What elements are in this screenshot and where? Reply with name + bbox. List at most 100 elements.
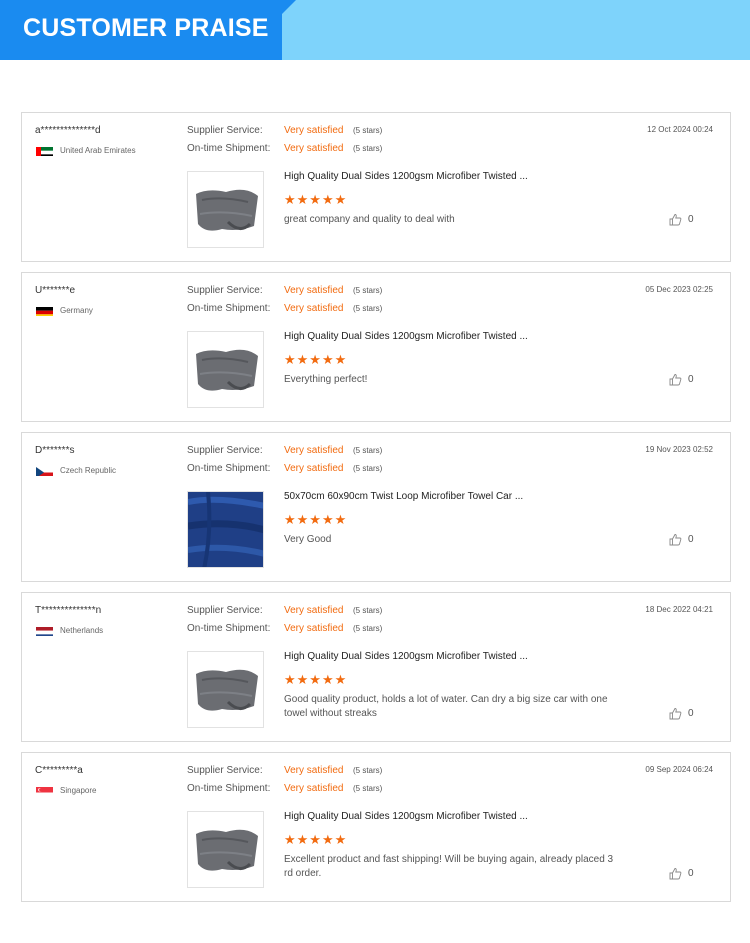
shipment-stars: (5 stars) [353, 624, 383, 633]
country-name: Netherlands [60, 626, 104, 635]
review-card: a**************d United Arab Emirates Su… [21, 112, 731, 262]
supplier-service-label: Supplier Service: [187, 605, 263, 616]
shipment-label: On-time Shipment: [187, 783, 271, 794]
review-card: D*******s Czech Republic Supplier Servic… [21, 432, 731, 582]
reviewer-name: U*******e [35, 285, 76, 296]
supplier-service-value: Very satisfied [284, 445, 344, 456]
star-rating: ★★★★★ [284, 352, 348, 367]
reviewer-country: Czech Republic [36, 465, 116, 476]
supplier-service-value: Very satisfied [284, 765, 344, 776]
shipment-value: Very satisfied [284, 143, 344, 154]
star-rating: ★★★★★ [284, 832, 348, 847]
shipment-rating: On-time Shipment: Very satisfied (5 star… [187, 463, 382, 474]
supplier-service-stars: (5 stars) [353, 766, 383, 775]
shipment-rating: On-time Shipment: Very satisfied (5 star… [187, 623, 382, 634]
header-banner: CUSTOMER PRAISE [0, 0, 750, 60]
shipment-stars: (5 stars) [353, 784, 383, 793]
product-thumbnail[interactable] [187, 331, 264, 408]
supplier-service-value: Very satisfied [284, 605, 344, 616]
product-name-link[interactable]: High Quality Dual Sides 1200gsm Microfib… [284, 331, 528, 342]
reviewer-country: Germany [36, 305, 93, 316]
thumbs-up-icon [669, 213, 682, 226]
product-name-link[interactable]: High Quality Dual Sides 1200gsm Microfib… [284, 171, 528, 182]
country-name: Czech Republic [60, 466, 117, 475]
thumbs-up-icon [669, 533, 682, 546]
review-list: a**************d United Arab Emirates Su… [21, 112, 731, 902]
supplier-service-value: Very satisfied [284, 125, 344, 136]
like-button[interactable]: 0 [669, 213, 694, 226]
supplier-service-label: Supplier Service: [187, 445, 263, 456]
shipment-label: On-time Shipment: [187, 143, 271, 154]
review-card: T**************n Netherlands Supplier Se… [21, 592, 731, 742]
review-comment: Good quality product, holds a lot of wat… [284, 694, 608, 719]
review-card: C*********a Singapore Supplier Service: … [21, 752, 731, 902]
product-name-link[interactable]: High Quality Dual Sides 1200gsm Microfib… [284, 651, 528, 662]
supplier-service-stars: (5 stars) [353, 446, 383, 455]
shipment-stars: (5 stars) [353, 304, 383, 313]
like-count: 0 [688, 214, 694, 225]
country-name: United Arab Emirates [60, 146, 136, 155]
country-name: Singapore [60, 786, 97, 795]
product-thumbnail[interactable] [187, 491, 264, 568]
review-card: U*******e Germany Supplier Service: Very… [21, 272, 731, 422]
product-thumbnail[interactable] [187, 651, 264, 728]
review-date: 19 Nov 2023 02:52 [645, 445, 713, 454]
like-button[interactable]: 0 [669, 707, 694, 720]
like-button[interactable]: 0 [669, 867, 694, 880]
supplier-service-stars: (5 stars) [353, 286, 383, 295]
shipment-rating: On-time Shipment: Very satisfied (5 star… [187, 303, 382, 314]
czech-flag-icon [36, 465, 53, 476]
supplier-service-label: Supplier Service: [187, 765, 263, 776]
reviewer-country: Netherlands [36, 625, 103, 636]
shipment-rating: On-time Shipment: Very satisfied (5 star… [187, 143, 382, 154]
review-date: 12 Oct 2024 00:24 [647, 125, 713, 134]
like-button[interactable]: 0 [669, 373, 694, 386]
like-count: 0 [688, 708, 694, 719]
supplier-service-rating: Supplier Service: Very satisfied (5 star… [187, 765, 382, 776]
shipment-label: On-time Shipment: [187, 623, 271, 634]
product-name-link[interactable]: High Quality Dual Sides 1200gsm Microfib… [284, 811, 528, 822]
like-button[interactable]: 0 [669, 533, 694, 546]
shipment-stars: (5 stars) [353, 144, 383, 153]
supplier-service-rating: Supplier Service: Very satisfied (5 star… [187, 285, 382, 296]
review-comment: Excellent product and fast shipping! Wil… [284, 854, 614, 879]
shipment-stars: (5 stars) [353, 464, 383, 473]
shipment-label: On-time Shipment: [187, 463, 271, 474]
product-name-link[interactable]: 50x70cm 60x90cm Twist Loop Microfiber To… [284, 491, 523, 502]
product-thumbnail[interactable] [187, 811, 264, 888]
like-count: 0 [688, 868, 694, 879]
thumbs-up-icon [669, 373, 682, 386]
germany-flag-icon [36, 305, 53, 316]
star-rating: ★★★★★ [284, 192, 348, 207]
star-rating: ★★★★★ [284, 512, 348, 527]
supplier-service-rating: Supplier Service: Very satisfied (5 star… [187, 125, 382, 136]
review-comment: Very Good [284, 534, 332, 545]
supplier-service-label: Supplier Service: [187, 285, 263, 296]
supplier-service-label: Supplier Service: [187, 125, 263, 136]
page-title: CUSTOMER PRAISE [23, 14, 269, 42]
review-comment: great company and quality to deal with [284, 214, 455, 225]
reviewer-name: D*******s [35, 445, 75, 456]
country-name: Germany [60, 306, 93, 315]
shipment-label: On-time Shipment: [187, 303, 271, 314]
supplier-service-rating: Supplier Service: Very satisfied (5 star… [187, 605, 382, 616]
netherlands-flag-icon [36, 625, 53, 636]
product-thumbnail[interactable] [187, 171, 264, 248]
reviewer-name: C*********a [35, 765, 83, 776]
star-rating: ★★★★★ [284, 672, 348, 687]
shipment-value: Very satisfied [284, 463, 344, 474]
reviewer-country: United Arab Emirates [36, 145, 136, 156]
thumbs-up-icon [669, 707, 682, 720]
supplier-service-stars: (5 stars) [353, 126, 383, 135]
review-date: 18 Dec 2022 04:21 [645, 605, 713, 614]
thumbs-up-icon [669, 867, 682, 880]
review-date: 09 Sep 2024 06:24 [645, 765, 713, 774]
shipment-value: Very satisfied [284, 623, 344, 634]
supplier-service-value: Very satisfied [284, 285, 344, 296]
like-count: 0 [688, 374, 694, 385]
shipment-value: Very satisfied [284, 303, 344, 314]
uae-flag-icon [36, 145, 53, 156]
supplier-service-stars: (5 stars) [353, 606, 383, 615]
like-count: 0 [688, 534, 694, 545]
reviewer-name: T**************n [35, 605, 102, 616]
